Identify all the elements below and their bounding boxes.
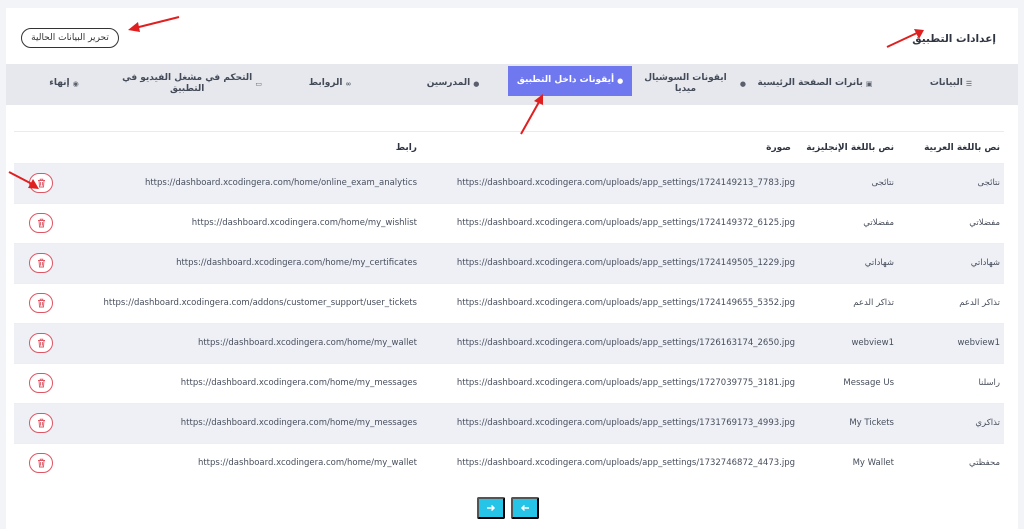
tab-data[interactable]: ☰ البيانات (884, 64, 1018, 104)
tab-video-player-control[interactable]: ▭ التحكم في مشغل الفيديو في التطبيق (122, 64, 262, 104)
edit-current-data-button[interactable]: تحرير البيانات الحالية (21, 28, 119, 48)
arrow-left-icon (520, 504, 529, 512)
cell-english-text: Message Us (843, 378, 894, 388)
tab-social-icons[interactable]: ● ايقونات السوشيال ميديا (634, 64, 746, 104)
table-row: راسلنا Message Us https://dashboard.xcodin… (14, 363, 1004, 403)
cell-english-text: شهاداتي (864, 258, 894, 268)
cell-english-text: نتائجى (871, 178, 894, 188)
cell-link-url: https://dashboard.xcodingera.com/home/my… (180, 378, 417, 388)
tab-label: الروابط (308, 78, 343, 89)
trash-icon (37, 378, 45, 388)
link-icon: ∞ (345, 79, 352, 88)
delete-button[interactable] (29, 293, 53, 313)
info-circle-icon: ● (473, 79, 480, 88)
cell-english-text: مفضلاتي (863, 218, 894, 228)
cell-english-text: My Tickets (849, 418, 894, 428)
check-circle-icon: ◉ (72, 79, 79, 88)
delete-button[interactable] (29, 253, 53, 273)
column-header-link: رابط (395, 143, 417, 153)
cell-link-url: https://dashboard.xcodingera.com/home/my… (197, 338, 417, 348)
cell-arabic-text: راسلنا (978, 378, 1000, 388)
tab-finish[interactable]: ◉ إنهاء (6, 64, 122, 104)
cell-arabic-text: webview1 (957, 338, 1000, 348)
annotation-arrow-icon (128, 16, 180, 32)
cell-link-url: https://dashboard.xcodingera.com/home/my… (197, 458, 417, 468)
tab-links[interactable]: ∞ الروابط (262, 64, 398, 104)
tab-label: البيانات (929, 78, 963, 89)
cell-link-url: https://dashboard.xcodingera.com/home/my… (191, 218, 417, 228)
delete-button[interactable] (29, 373, 53, 393)
table-row: تذاكري My Tickets https://dashboard.xcodin… (14, 403, 1004, 443)
trash-icon (37, 258, 45, 268)
cell-arabic-text: تذاكر الدعم (959, 298, 1000, 308)
cell-english-text: My Wallet (852, 458, 894, 468)
delete-button[interactable] (29, 413, 53, 433)
tab-label: إنهاء (49, 78, 70, 89)
image-icon: ▣ (865, 79, 873, 88)
tab-label: المدرسين (426, 78, 471, 89)
tab-label: ايقونات السوشيال ميديا (644, 72, 727, 94)
table-row: تذاكر الدعم تذاكر الدعم https://dashboard.… (14, 283, 1004, 323)
trash-icon (37, 458, 45, 468)
cell-image-url: https://dashboard.xcodingera.com/uploads… (456, 258, 795, 268)
annotation-arrow-icon (886, 29, 924, 48)
cell-link-url: https://dashboard.xcodingera.com/home/on… (144, 178, 417, 188)
cell-arabic-text: محفظتي (969, 458, 1000, 468)
cell-image-url: https://dashboard.xcodingera.com/uploads… (456, 218, 795, 228)
cell-english-text: تذاكر الدعم (853, 298, 894, 308)
tab-bar: ☰ البيانات ▣ بانرات الصفحة الرئيسية ● ايقون… (6, 64, 1018, 105)
info-circle-icon: ● (617, 76, 624, 85)
column-header-english-text: نص باللغة الإنجليزية (806, 143, 894, 153)
delete-button[interactable] (29, 333, 53, 353)
previous-page-button[interactable] (511, 497, 539, 519)
cell-link-url: https://dashboard.xcodingera.com/home/my… (176, 258, 417, 268)
tab-label: التحكم في مشغل الفيديو في التطبيق (122, 72, 253, 94)
tab-teachers[interactable]: ● المدرسين (398, 64, 508, 104)
cell-image-url: https://dashboard.xcodingera.com/uploads… (456, 378, 795, 388)
column-header-image: صورة (766, 143, 791, 153)
next-page-button[interactable] (477, 497, 505, 519)
cell-image-url: https://dashboard.xcodingera.com/uploads… (456, 298, 795, 308)
trash-icon (37, 298, 45, 308)
trash-icon (37, 418, 45, 428)
cell-english-text: webview1 (851, 338, 894, 348)
table-row: مفضلاتي مفضلاتي https://dashboard.xcodinge… (14, 203, 1004, 243)
table-row: محفظتي My Wallet https://dashboard.xcoding… (14, 443, 1004, 483)
cell-arabic-text: تذاكري (975, 418, 1000, 428)
cell-arabic-text: شهاداتي (970, 258, 1000, 268)
annotation-arrow-icon (8, 171, 39, 189)
tab-label: بانرات الصفحة الرئيسية (757, 78, 863, 89)
table-row: شهاداتي شهاداتي https://dashboard.xcodinge… (14, 243, 1004, 283)
cell-link-url: https://dashboard.xcodingera.com/home/my… (180, 418, 417, 428)
cell-image-url: https://dashboard.xcodingera.com/uploads… (456, 338, 795, 348)
info-circle-icon: ● (739, 79, 746, 88)
delete-button[interactable] (29, 213, 53, 233)
tab-label: أيقونات داخل التطبيق (516, 75, 615, 86)
video-icon: ▭ (255, 79, 262, 88)
cell-image-url: https://dashboard.xcodingera.com/uploads… (456, 178, 795, 188)
annotation-arrow-icon (520, 94, 543, 135)
trash-icon (37, 218, 45, 228)
table-header: نص باللغة العربية نص باللغة الإنجليزية ص… (14, 131, 1004, 163)
trash-icon (37, 338, 45, 348)
cell-arabic-text: نتائجى (977, 178, 1000, 188)
delete-button[interactable] (29, 453, 53, 473)
table-row: webview1 webview1 https://dashboard.xcodin… (14, 323, 1004, 363)
cell-image-url: https://dashboard.xcodingera.com/uploads… (456, 418, 795, 428)
cell-link-url: https://dashboard.xcodingera.com/addons/… (103, 298, 417, 308)
database-icon: ☰ (965, 79, 973, 88)
column-header-arabic-text: نص باللغة العربية (924, 143, 1000, 153)
arrow-right-icon (487, 504, 496, 512)
table-row: نتائجى نتائجى https://dashboard.xcodingera… (14, 163, 1004, 203)
cell-image-url: https://dashboard.xcodingera.com/uploads… (456, 458, 795, 468)
tab-home-banners[interactable]: ▣ بانرات الصفحة الرئيسية (746, 64, 884, 104)
cell-arabic-text: مفضلاتي (969, 218, 1000, 228)
